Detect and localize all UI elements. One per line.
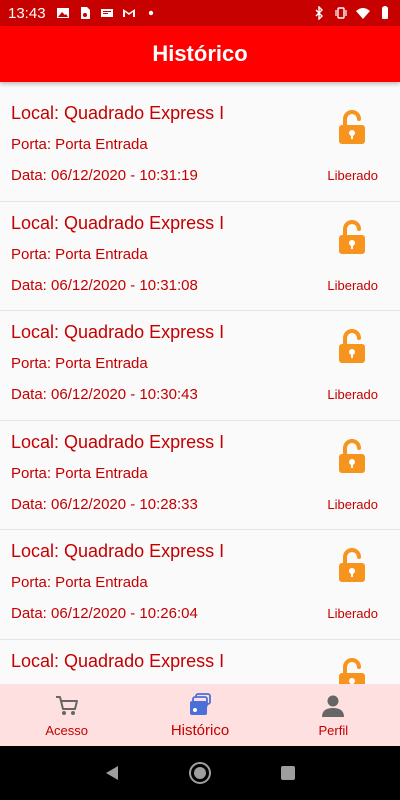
unlocked-padlock-icon [339,329,365,363]
person-icon [322,695,345,717]
location-text: Local: Quadrado Express I [11,431,225,452]
gmail-icon [122,9,135,17]
vibrate-icon [335,7,347,19]
history-list[interactable]: Local: Quadrado Express I Porta: Porta E… [0,92,400,684]
history-item[interactable]: Local: Quadrado Express I Porta: Porta E… [0,311,400,421]
door-text: Porta: Porta Entrada [11,136,148,153]
sd-card-icon [100,9,113,17]
date-text: Data: 06/12/2020 - 10:28:33 [11,495,198,513]
status-label: Liberado [327,496,378,512]
app-bar: Histórico [0,26,400,82]
tab-label: Acesso [45,722,88,738]
date-text: Data: 06/12/2020 - 10:26:04 [11,605,198,622]
tab-label: Perfil [318,722,349,738]
status-label: Liberado [327,606,378,621]
date-text: Data: 06/12/2020 - 10:30:43 [11,386,198,403]
history-item[interactable]: Local: Quadrado Express I Porta: Porta E… [0,420,400,530]
battery-icon [382,6,388,19]
gallery-icon [56,8,69,18]
recents-icon[interactable] [279,764,297,782]
door-text: Porta: Porta Entrada [11,574,148,591]
date-text: Data: 06/12/2020 - 10:31:08 [11,276,198,294]
history-item[interactable]: Local: Quadrado Express I Porta: Porta E… [0,92,400,202]
cart-icon [55,695,78,715]
back-icon[interactable] [103,764,121,782]
dot-icon [148,10,153,16]
unlocked-padlock-icon [339,548,365,582]
status-label: Liberado [327,277,378,293]
status-bar: 13:43 [0,0,400,26]
home-icon[interactable] [188,761,212,785]
tab-acesso[interactable]: Acesso [0,684,133,746]
tab-label: Histórico [170,721,230,739]
unlocked-padlock-icon [339,110,365,144]
system-nav-bar [0,746,400,800]
history-item[interactable]: Local: Quadrado Express I Porta: Porta E… [0,530,400,640]
door-text: Porta: Porta Entrada [11,464,148,482]
status-label: Liberado [327,168,378,183]
date-text: Data: 06/12/2020 - 10:31:19 [11,167,198,184]
cards-icon [189,692,211,715]
unlocked-padlock-icon [339,438,365,473]
location-text: Local: Quadrado Express I [11,322,225,342]
status-label: Liberado [327,387,378,402]
page-title: Histórico [152,41,248,66]
tab-perfil[interactable]: Perfil [267,684,400,746]
location-text: Local: Quadrado Express I [11,212,225,233]
location-text: Local: Quadrado Express I [11,541,225,561]
door-text: Porta: Porta Entrada [11,245,148,263]
location-text: Local: Quadrado Express I [11,103,225,123]
door-text: Porta: Porta Entrada [11,355,148,372]
history-item[interactable]: Local: Quadrado Express I Porta: Porta E… [0,201,400,311]
bottom-nav: Acesso Histórico Perfil [0,684,400,746]
tab-historico[interactable]: Histórico [133,684,266,746]
history-item[interactable]: Local: Quadrado Express I [0,639,400,684]
unlocked-padlock-icon [339,219,365,254]
location-text: Local: Quadrado Express I [11,650,225,671]
status-time: 13:43 [8,4,46,22]
bluetooth-icon [315,6,323,20]
wifi-icon [356,8,370,19]
sim-icon [80,7,90,19]
unlocked-padlock-icon [339,657,365,684]
